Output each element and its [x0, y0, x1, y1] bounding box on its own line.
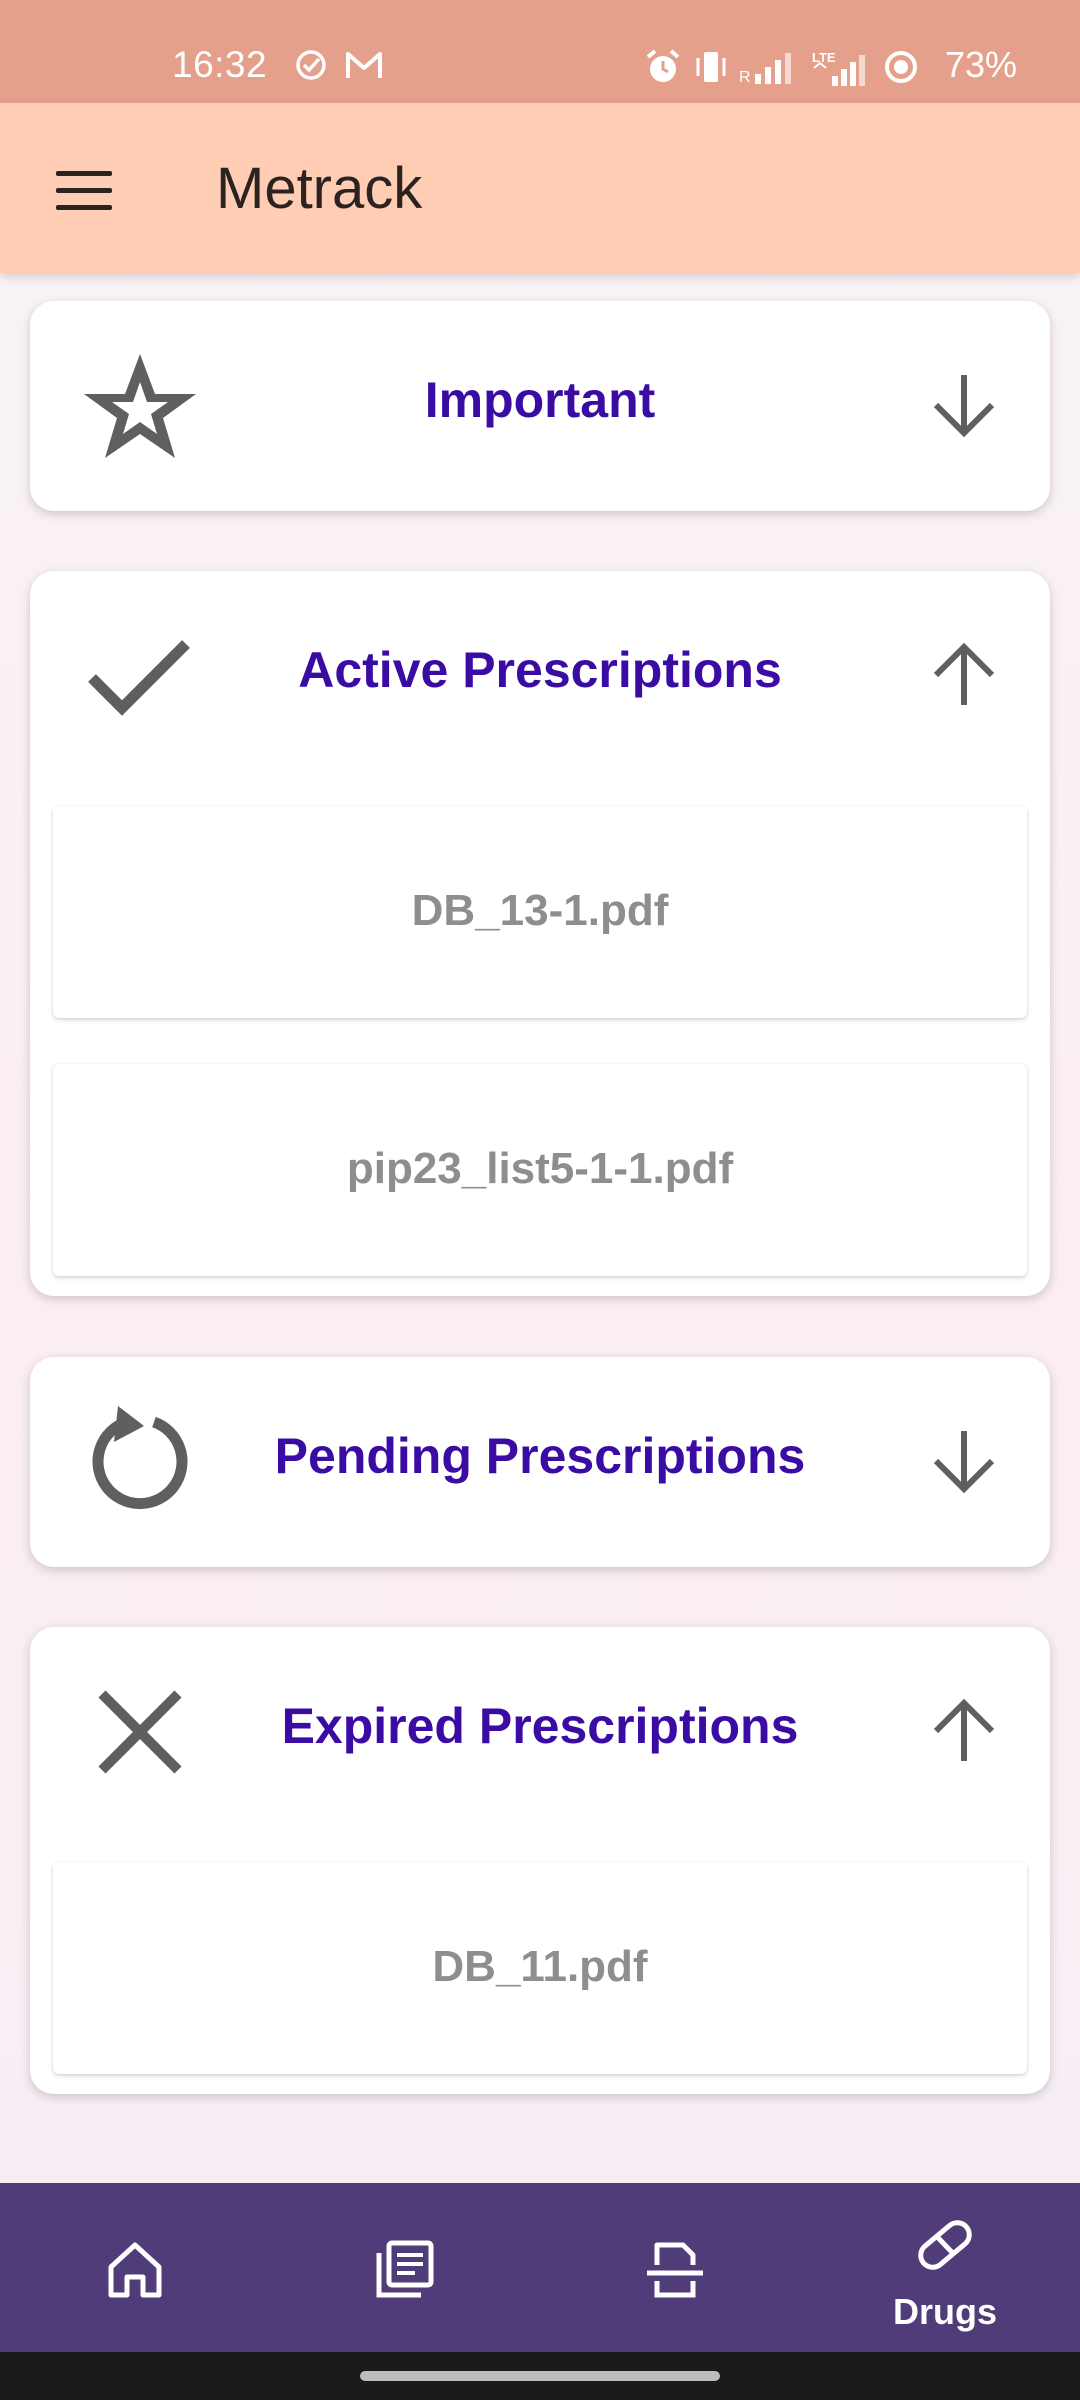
file-name: DB_11.pdf	[432, 1942, 648, 1991]
file-name: pip23_list5-1-1.pdf	[346, 1144, 734, 1193]
documents-icon	[376, 2240, 434, 2298]
section-important: Important	[30, 301, 1050, 511]
scan-document-icon	[647, 2242, 703, 2298]
system-navigation-bar	[0, 2352, 1080, 2400]
svg-text:LTE: LTE	[812, 50, 836, 65]
section-title: Important	[424, 372, 656, 428]
nav-documents[interactable]	[270, 2183, 540, 2352]
battery-saver-icon	[885, 51, 917, 83]
arrow-down-icon[interactable]	[928, 369, 1000, 441]
home-icon	[108, 2242, 162, 2298]
signal-r-icon: R	[739, 53, 791, 86]
section-active-prescriptions: Active Prescriptions DB_13-1.pdf pip23_l…	[30, 571, 1050, 1296]
section-pending-prescriptions: Pending Prescriptions	[30, 1357, 1050, 1567]
section-title: Active Prescriptions	[298, 642, 782, 698]
nav-scan[interactable]	[540, 2183, 810, 2352]
screen: 16:32 R LTE 73% Metrack Important Active…	[0, 0, 1080, 2400]
lte-signal-icon: LTE	[812, 50, 865, 86]
check-circle-icon	[296, 50, 326, 80]
status-bar: 16:32 R LTE 73%	[0, 0, 1080, 103]
section-expired-prescriptions: Expired Prescriptions DB_11.pdf	[30, 1627, 1050, 2094]
svg-text:R: R	[739, 69, 751, 86]
section-title: Expired Prescriptions	[281, 1698, 799, 1754]
section-header[interactable]: Expired Prescriptions	[30, 1627, 1050, 1837]
arrow-up-icon[interactable]	[928, 1695, 1000, 1767]
section-title: Pending Prescriptions	[274, 1428, 806, 1484]
nav-drugs[interactable]: Drugs	[810, 2183, 1080, 2352]
nav-label: Drugs	[892, 2291, 997, 2332]
status-time: 16:32	[172, 44, 268, 85]
star-icon	[84, 354, 196, 458]
file-item[interactable]: DB_13-1.pdf	[53, 806, 1027, 1018]
section-header[interactable]: Important	[30, 301, 1050, 511]
app-title: Metrack	[216, 156, 423, 221]
pill-icon	[918, 2220, 972, 2270]
arrow-down-icon[interactable]	[928, 1425, 1000, 1497]
vibrate-icon	[696, 52, 726, 82]
gesture-handle[interactable]	[360, 2371, 720, 2381]
battery-percent: 73%	[945, 44, 1018, 85]
arrow-up-icon[interactable]	[928, 639, 1000, 711]
check-icon	[88, 640, 190, 716]
nav-home[interactable]	[0, 2183, 270, 2352]
alarm-icon	[646, 49, 680, 82]
close-icon	[98, 1690, 182, 1774]
bottom-navigation: Drugs	[0, 2183, 1080, 2352]
section-header[interactable]: Active Prescriptions	[30, 571, 1050, 781]
file-item[interactable]: DB_11.pdf	[53, 1862, 1027, 2074]
section-header[interactable]: Pending Prescriptions	[30, 1357, 1050, 1567]
app-bar: Metrack	[0, 103, 1080, 273]
file-name: DB_13-1.pdf	[411, 886, 669, 935]
refresh-icon	[92, 1406, 188, 1510]
hamburger-menu-icon[interactable]	[48, 163, 120, 219]
gmail-icon	[346, 52, 382, 78]
file-item[interactable]: pip23_list5-1-1.pdf	[53, 1064, 1027, 1276]
